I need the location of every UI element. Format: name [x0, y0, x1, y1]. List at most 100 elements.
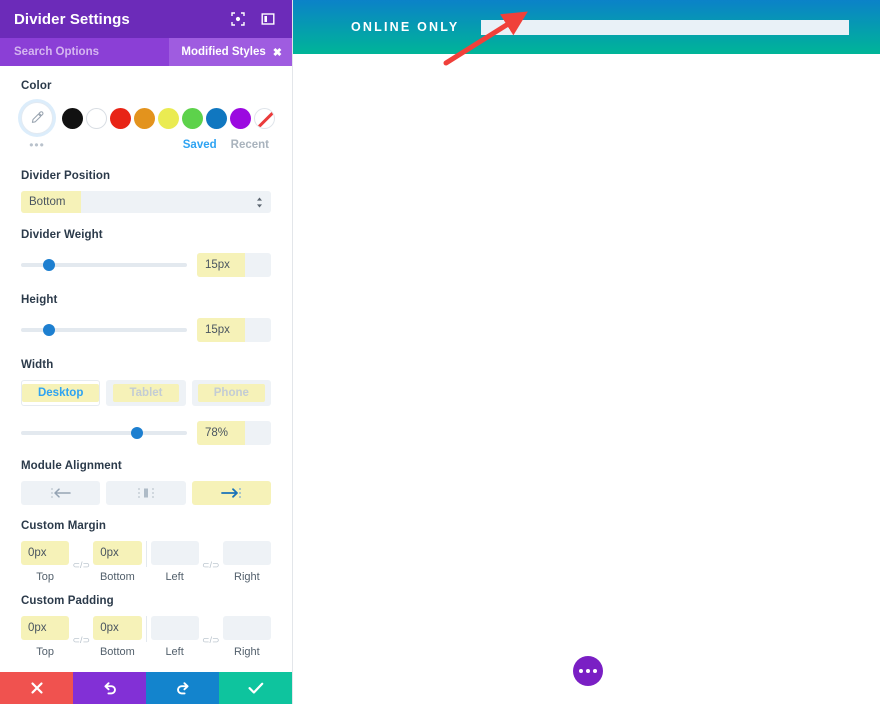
divider-weight-valuebox[interactable]: 15px [197, 253, 271, 277]
padding-bottom-caption: Bottom [99, 646, 135, 658]
height-value: 15px [197, 318, 245, 342]
padding-top-caption: Top [36, 646, 54, 658]
field-custom-padding: Custom Padding 0px Top ⊂/⊃ 0px Bottom Le… [21, 595, 271, 658]
padding-left-input[interactable] [150, 616, 199, 640]
padding-left-caption: Left [165, 646, 184, 658]
device-tab-desktop[interactable]: Desktop [21, 380, 101, 406]
more-options-fab[interactable] [573, 656, 603, 686]
device-tab-phone[interactable]: Phone [191, 380, 271, 406]
align-center-icon[interactable] [106, 481, 186, 505]
divider-settings-panel: Divider Settings Modified Styles ✖ [0, 0, 293, 704]
link-values-icon[interactable]: ⊂/⊃ [199, 629, 223, 646]
margin-bottom-input[interactable]: 0px [93, 541, 142, 565]
padding-right-input[interactable] [222, 616, 271, 640]
save-button[interactable] [219, 672, 292, 704]
fullscreen-icon[interactable] [228, 9, 248, 29]
swatch-white[interactable] [86, 107, 107, 129]
slider-handle[interactable] [43, 324, 56, 336]
dot-icon [586, 669, 590, 673]
height-valuebox[interactable]: 15px [197, 318, 271, 342]
swatch-transparent[interactable] [254, 107, 275, 129]
swatch-black[interactable] [62, 107, 83, 129]
divider-weight-slider-row: 15px [21, 250, 271, 280]
cancel-button[interactable] [0, 672, 73, 704]
color-swatch-row [21, 101, 275, 135]
modified-styles-label: Modified Styles [181, 46, 266, 58]
search-options-row: Modified Styles ✖ [0, 38, 292, 66]
padding-top-input[interactable]: 0px [21, 616, 70, 640]
divider-line [145, 616, 147, 642]
swatch-blue[interactable] [206, 107, 227, 129]
divider-weight-slider[interactable] [21, 259, 187, 271]
margin-top-input[interactable]: 0px [21, 541, 70, 565]
margin-horizontal-group: Left ⊂/⊃ Right [150, 541, 271, 583]
field-divider-position: Divider Position Bottom [21, 170, 271, 213]
padding-bottom-cell: 0px Bottom [93, 616, 142, 658]
swatch-green[interactable] [182, 107, 203, 129]
padding-top-cell: 0px Top [21, 616, 70, 658]
device-tab-tablet[interactable]: Tablet [106, 380, 186, 406]
link-values-icon[interactable]: ⊂/⊃ [69, 554, 93, 571]
eyedropper-icon[interactable] [21, 102, 53, 134]
margin-left-cell: Left [150, 541, 199, 583]
page-preview: ONLINE ONLY [293, 0, 880, 704]
layout-panel-icon[interactable] [258, 9, 278, 29]
close-icon[interactable]: ✖ [273, 46, 282, 59]
field-label-height: Height [21, 294, 58, 306]
search-input[interactable] [14, 46, 170, 58]
swatch-orange[interactable] [134, 107, 155, 129]
custom-margin-inputs: 0px Top ⊂/⊃ 0px Bottom Left ⊂/⊃ Right [21, 541, 271, 583]
swatch-yellow[interactable] [158, 107, 179, 129]
width-valuebox[interactable]: 78% [197, 421, 271, 445]
swatch-purple[interactable] [230, 107, 251, 129]
padding-right-cell: Right [222, 616, 271, 658]
field-module-alignment: Module Alignment [21, 460, 271, 505]
tab-saved[interactable]: Saved [183, 139, 217, 151]
color-tabs: Saved Recent [183, 139, 271, 151]
swatch-red[interactable] [110, 107, 131, 129]
margin-right-input[interactable] [222, 541, 271, 565]
field-label-divider-weight: Divider Weight [21, 229, 103, 241]
margin-left-input[interactable] [150, 541, 199, 565]
undo-button[interactable] [73, 672, 146, 704]
color-more-dots[interactable]: ••• [21, 138, 53, 152]
field-label-custom-margin: Custom Margin [21, 520, 106, 532]
field-divider-weight: Divider Weight 15px [21, 229, 271, 280]
modified-styles-badge[interactable]: Modified Styles ✖ [169, 38, 292, 66]
banner-title: ONLINE ONLY [351, 20, 460, 34]
margin-right-cell: Right [222, 541, 271, 583]
field-label-color: Color [21, 80, 52, 92]
alignment-button-group [21, 481, 271, 505]
tab-recent[interactable]: Recent [231, 139, 269, 151]
link-values-icon[interactable]: ⊂/⊃ [69, 629, 93, 646]
device-tab-desktop-label: Desktop [21, 384, 100, 402]
field-label-module-alignment: Module Alignment [21, 460, 122, 472]
divider-line [145, 541, 147, 567]
margin-bottom-caption: Bottom [99, 571, 135, 583]
align-right-icon[interactable] [191, 481, 271, 505]
color-sub-row: ••• Saved Recent [21, 136, 271, 154]
padding-bottom-input[interactable]: 0px [93, 616, 142, 640]
padding-left-cell: Left [150, 616, 199, 658]
device-tab-tablet-label: Tablet [113, 384, 179, 402]
divider-weight-value: 15px [197, 253, 245, 277]
slider-handle[interactable] [131, 427, 144, 439]
width-slider[interactable] [21, 427, 187, 439]
divider-position-value: Bottom [21, 191, 81, 213]
divider-position-select[interactable]: Bottom [21, 191, 271, 213]
align-left-icon[interactable] [21, 481, 101, 505]
custom-padding-inputs: 0px Top ⊂/⊃ 0px Bottom Left ⊂/⊃ Right [21, 616, 271, 658]
online-only-banner: ONLINE ONLY [293, 0, 880, 54]
redo-button[interactable] [146, 672, 219, 704]
check-icon [248, 682, 263, 694]
device-tab-phone-label: Phone [197, 384, 265, 402]
slider-handle[interactable] [43, 259, 56, 271]
field-color: Color ••• Saved Recent [21, 80, 275, 154]
divider-module-preview[interactable] [481, 19, 850, 35]
margin-vertical-group: 0px Top ⊂/⊃ 0px Bottom [21, 541, 142, 583]
page-title: Divider Settings [14, 10, 130, 28]
close-icon [30, 682, 43, 694]
height-slider[interactable] [21, 324, 187, 336]
link-values-icon[interactable]: ⊂/⊃ [199, 554, 223, 571]
margin-left-caption: Left [165, 571, 184, 583]
